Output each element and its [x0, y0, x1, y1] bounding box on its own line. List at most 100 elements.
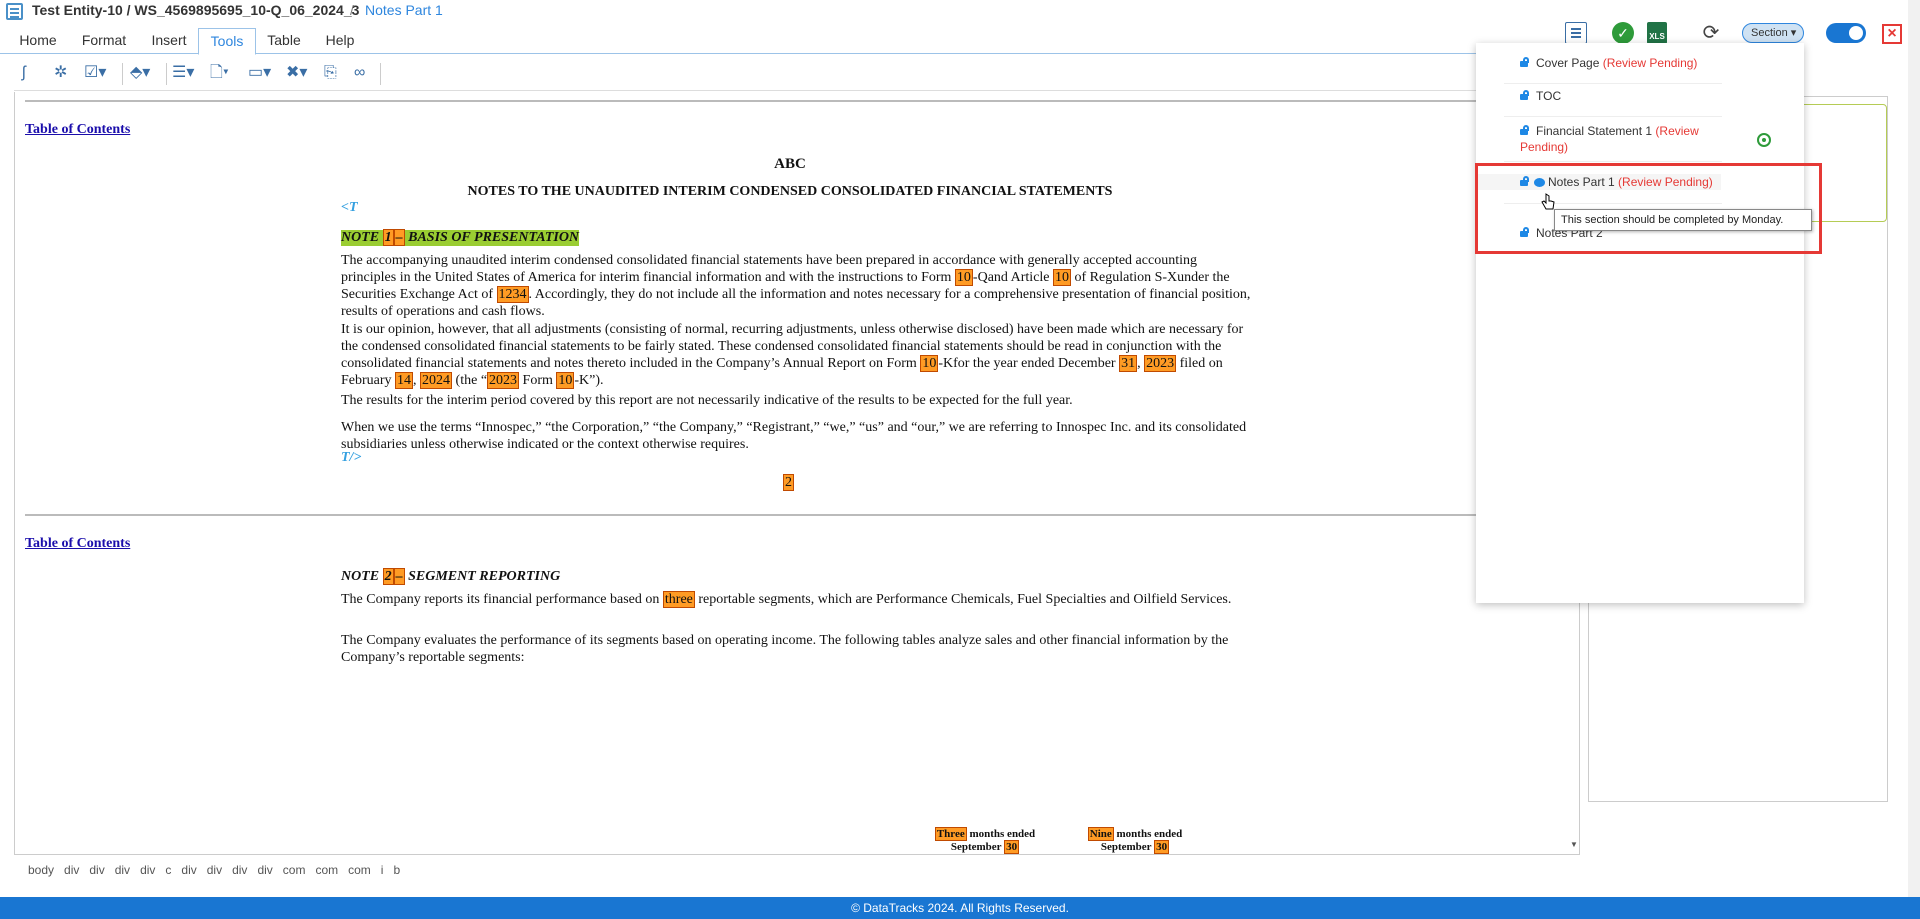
toolbar: ʃ ✲ ☑▾ ⬘▾ ☰▾ 🗋▾ ▭▾ ✖▾ ⎘ ∞	[14, 55, 1579, 91]
refresh-icon[interactable]: ⟳	[1700, 22, 1722, 44]
toolbar-divider	[122, 63, 123, 85]
path-item[interactable]: div	[181, 863, 196, 877]
paragraph-evaluation: The Company evaluates the performance of…	[341, 633, 1229, 665]
tagged-value[interactable]: 1234	[496, 286, 529, 303]
tagged-value[interactable]: 30	[1154, 840, 1170, 854]
section-list-icon[interactable]	[1565, 22, 1587, 44]
tagged-value[interactable]: 10	[954, 269, 973, 286]
path-item[interactable]: b	[393, 863, 400, 877]
unlock-icon	[1520, 90, 1530, 100]
tagged-value[interactable]: 2023	[1144, 355, 1177, 372]
section-item-label: Financial Statement 1	[1536, 124, 1653, 138]
section-dropdown[interactable]: Section ▾	[1742, 23, 1804, 43]
tab-table[interactable]: Table	[260, 28, 308, 53]
note-1-number[interactable]: 1	[382, 229, 394, 246]
toc-link[interactable]: Table of Contents	[25, 536, 130, 552]
breadcrumb-entity[interactable]: Test Entity-10 / WS_4569895695_10-Q_06_2…	[32, 2, 359, 18]
text-run: September	[950, 841, 1005, 853]
note-2-dash[interactable]: –	[393, 568, 405, 585]
note-1-dash[interactable]: –	[393, 229, 405, 246]
tagged-value[interactable]: 2024	[420, 372, 453, 389]
tagged-value[interactable]: 2023	[487, 372, 520, 389]
tagged-value[interactable]: 10	[920, 355, 939, 372]
tagged-value[interactable]: 10	[556, 372, 575, 389]
path-item[interactable]: div	[232, 863, 247, 877]
close-button[interactable]: ×	[1882, 24, 1902, 44]
template-close-tag: T/>	[341, 450, 362, 465]
tab-insert[interactable]: Insert	[144, 28, 194, 53]
section-item-financial-statement-1[interactable]: Financial Statement 1 (Review Pending)	[1476, 123, 1721, 155]
tagged-value[interactable]: 30	[1004, 840, 1020, 854]
unlock-icon	[1520, 125, 1530, 135]
view-toggle[interactable]	[1826, 23, 1866, 43]
link-tool-icon[interactable]: ʃ	[22, 63, 26, 83]
comment-tool-icon[interactable]: ▭▾	[248, 63, 271, 83]
chevron-down-icon: ▾	[1790, 27, 1797, 39]
gear-icon[interactable]: ✲	[54, 63, 67, 83]
path-item[interactable]: div	[140, 863, 155, 877]
page-divider	[25, 100, 1565, 102]
tab-format[interactable]: Format	[76, 28, 132, 53]
paragraph-terms: When we use the terms “Innospec,” “the C…	[341, 420, 1247, 452]
path-item[interactable]: i	[381, 863, 384, 877]
path-item[interactable]: div	[207, 863, 222, 877]
company-name: ABC	[774, 156, 806, 172]
note-2-number[interactable]: 2	[382, 568, 394, 585]
delete-tool-icon[interactable]: ✖▾	[286, 63, 307, 83]
note-1-title: BASIS OF PRESENTATION	[404, 230, 580, 245]
excel-export-icon[interactable]: XLS	[1647, 22, 1667, 44]
breadcrumb-separator: /	[350, 2, 354, 18]
verified-check-icon[interactable]: ✓	[1612, 22, 1634, 44]
checkbox-tool-icon[interactable]: ☑▾	[84, 63, 106, 83]
page-scrollbar[interactable]	[1908, 0, 1920, 897]
path-item[interactable]: com	[348, 863, 371, 877]
note-2-title: SEGMENT REPORTING	[404, 569, 561, 584]
text-run: reportable segments, which are Performan…	[694, 592, 1232, 607]
breadcrumb-current-section[interactable]: Notes Part 1	[365, 2, 443, 18]
section-item-cover-page[interactable]: Cover Page (Review Pending)	[1476, 55, 1721, 71]
text-run: months ended	[966, 828, 1036, 840]
note-1-prefix: NOTE	[341, 230, 383, 245]
tagged-value[interactable]: 14	[395, 372, 414, 389]
scroll-down-arrow-icon[interactable]: ▼	[1570, 840, 1578, 849]
toolbar-divider	[380, 63, 381, 85]
path-item[interactable]: div	[64, 863, 79, 877]
clipboard-tool-icon[interactable]: ⎘	[324, 63, 337, 83]
hand-cursor-icon	[1541, 193, 1555, 210]
tagged-value[interactable]: Three	[934, 827, 967, 841]
document-editor[interactable]: Table of Contents ABC NOTES TO THE UNAUD…	[14, 92, 1580, 855]
status-badge: (Review Pending)	[1602, 56, 1698, 70]
footer: © DataTracks 2024. All Rights Reserved.	[0, 897, 1920, 919]
toc-link[interactable]: Table of Contents	[25, 122, 130, 138]
document-tool-icon[interactable]: 🗋▾	[210, 63, 229, 83]
path-item[interactable]: com	[283, 863, 306, 877]
tagged-value[interactable]: three	[662, 591, 695, 608]
paragraph-results: The results for the interim period cover…	[341, 393, 1073, 408]
chain-tool-icon[interactable]: ∞	[354, 63, 365, 83]
path-item[interactable]: body	[28, 863, 54, 877]
text-run: (the “	[452, 373, 488, 388]
tooltip: This section should be completed by Mond…	[1554, 209, 1812, 231]
paragraph-segments: The Company reports its financial perfor…	[341, 591, 1251, 608]
tagged-value[interactable]: 10	[1053, 269, 1072, 286]
path-item[interactable]: c	[165, 863, 171, 877]
list-tool-icon[interactable]: ☰▾	[172, 63, 194, 83]
path-item[interactable]: div	[257, 863, 272, 877]
path-item[interactable]: div	[89, 863, 104, 877]
tagged-value[interactable]: 31	[1119, 355, 1138, 372]
path-item[interactable]: div	[115, 863, 130, 877]
path-item[interactable]: com	[315, 863, 338, 877]
tab-help[interactable]: Help	[314, 28, 366, 53]
section-item-toc[interactable]: TOC	[1476, 88, 1721, 104]
note-1-heading: NOTE 1– BASIS OF PRESENTATION	[341, 229, 580, 246]
text-run: Form	[519, 373, 557, 388]
page-number-value[interactable]: 2	[783, 474, 794, 491]
tagged-value[interactable]: Nine	[1087, 827, 1114, 841]
divider	[1504, 161, 1722, 162]
page-number: 2	[783, 474, 794, 491]
text-run: -Qand Article	[972, 270, 1054, 285]
paragraph-basis: The accompanying unaudited interim conde…	[341, 252, 1251, 320]
tag-tool-icon[interactable]: ⬘▾	[130, 63, 150, 83]
tab-home[interactable]: Home	[12, 28, 64, 53]
tab-tools[interactable]: Tools	[198, 28, 256, 55]
